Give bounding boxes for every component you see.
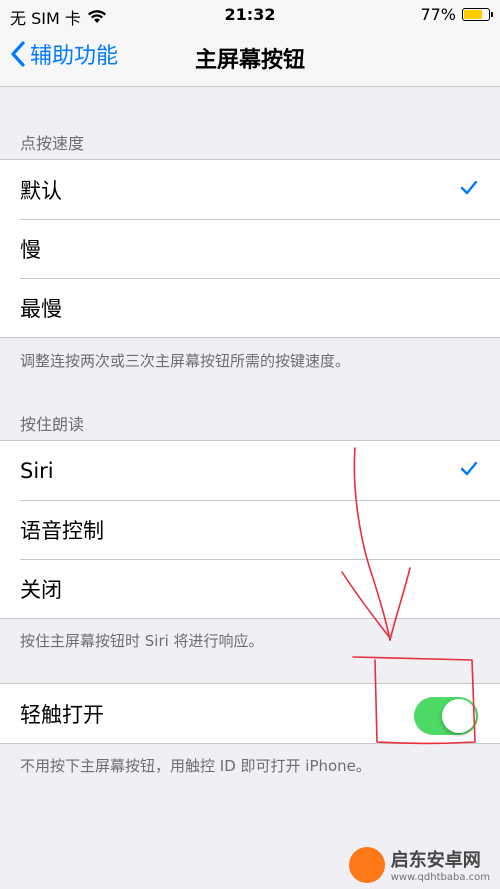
rest-to-open-group: 轻触打开 — [0, 683, 500, 744]
battery-fill — [464, 10, 483, 19]
checkmark-icon — [460, 461, 478, 476]
option-default[interactable]: 默认 — [0, 160, 500, 219]
toggle-knob — [442, 699, 476, 733]
battery-percent: 77% — [420, 5, 456, 24]
option-label: 最慢 — [20, 296, 62, 321]
watermark: 启东安卓网 www.qdhtbaba.com — [348, 846, 490, 883]
navigation-bar: 辅助功能 主屏幕按钮 — [0, 30, 500, 87]
section-header-click-speed: 点按速度 — [20, 134, 85, 153]
status-bar: 无 SIM 卡 21:32 77% — [0, 0, 500, 30]
option-label: 默认 — [20, 178, 62, 203]
watermark-name: 启东安卓网 — [390, 850, 481, 871]
option-slow[interactable]: 慢 — [0, 219, 500, 278]
rest-to-open-footer: 不用按下主屏幕按钮，用触控 ID 即可打开 iPhone。 — [20, 757, 371, 775]
option-label: Siri — [20, 458, 54, 483]
press-hold-group: Siri 语音控制 关闭 — [0, 440, 500, 619]
rest-to-open-row: 轻触打开 — [0, 684, 500, 743]
click-speed-group: 默认 慢 最慢 — [0, 159, 500, 338]
watermark-text: 启东安卓网 www.qdhtbaba.com — [391, 846, 490, 883]
press-hold-footer: 按住主屏幕按钮时 Siri 将进行响应。 — [20, 632, 264, 650]
click-speed-footer: 调整连按两次或三次主屏幕按钮所需的按键速度。 — [20, 352, 351, 370]
rest-to-open-toggle[interactable] — [414, 697, 478, 735]
option-label: 语音控制 — [20, 518, 104, 543]
status-right: 77% — [420, 5, 493, 24]
option-label: 慢 — [20, 237, 41, 262]
option-voice-control[interactable]: 语音控制 — [0, 500, 500, 559]
option-slowest[interactable]: 最慢 — [0, 278, 500, 337]
option-siri[interactable]: Siri — [0, 441, 500, 500]
option-off[interactable]: 关闭 — [0, 559, 500, 618]
section-header-press-hold: 按住朗读 — [20, 415, 85, 434]
battery-icon — [462, 8, 493, 21]
page-title: 主屏幕按钮 — [194, 48, 305, 73]
watermark-url: www.qdhtbaba.com — [390, 872, 490, 883]
watermark-logo — [348, 846, 385, 883]
option-label: 关闭 — [20, 577, 62, 602]
checkmark-icon — [460, 180, 478, 195]
rest-to-open-label: 轻触打开 — [20, 702, 104, 727]
